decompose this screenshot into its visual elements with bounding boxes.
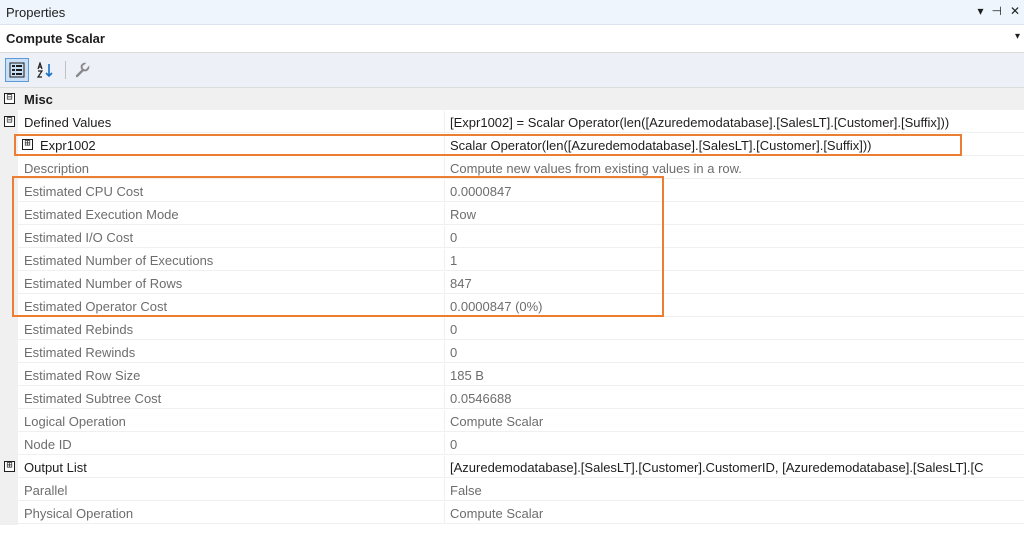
property-name: Estimated Rebinds <box>18 318 444 340</box>
property-value[interactable]: 0 <box>444 226 1024 248</box>
window-controls: ▾ ⊣ ✕ <box>977 4 1020 18</box>
collapse-icon[interactable]: ⊟ <box>4 116 15 127</box>
property-name: Estimated Execution Mode <box>18 203 444 225</box>
property-row-physical-operation[interactable]: Physical Operation Compute Scalar <box>0 502 1024 525</box>
property-value[interactable]: 0.0546688 <box>444 387 1024 409</box>
property-name: Estimated CPU Cost <box>18 180 444 202</box>
property-row-misc[interactable]: ⊟ Misc <box>0 88 1024 111</box>
property-value[interactable]: 0.0000847 (0%) <box>444 295 1024 317</box>
row-gutter <box>0 479 18 502</box>
pin-icon[interactable]: ⊣ <box>991 4 1001 18</box>
alphabetical-button[interactable] <box>33 58 57 82</box>
row-gutter <box>0 318 18 341</box>
close-icon[interactable]: ✕ <box>1010 4 1020 18</box>
property-value[interactable]: 1 <box>444 249 1024 271</box>
property-name: Estimated I/O Cost <box>18 226 444 248</box>
property-name: Expr1002 <box>18 134 444 156</box>
row-gutter <box>0 341 18 364</box>
property-row-estimated-operator-cost[interactable]: Estimated Operator Cost 0.0000847 (0%) <box>0 295 1024 318</box>
property-value[interactable]: [Azuredemodatabase].[SalesLT].[Customer]… <box>444 456 1024 478</box>
property-row-estimated-rebinds[interactable]: Estimated Rebinds 0 <box>0 318 1024 341</box>
categorized-button[interactable] <box>5 58 29 82</box>
property-row-description[interactable]: Description Compute new values from exist… <box>0 157 1024 180</box>
row-gutter <box>0 410 18 433</box>
property-value[interactable]: 0.0000847 <box>444 180 1024 202</box>
property-name: Estimated Number of Executions <box>18 249 444 271</box>
row-gutter <box>0 295 18 318</box>
property-row-estimated-subtree-cost[interactable]: Estimated Subtree Cost 0.0546688 <box>0 387 1024 410</box>
property-value[interactable]: 0 <box>444 318 1024 340</box>
property-row-node-id[interactable]: Node ID 0 <box>0 433 1024 456</box>
window-title: Properties <box>6 5 66 20</box>
property-grid: ⊟ Misc ⊟ Defined Values [Expr1002] = Scalar … <box>0 88 1024 525</box>
property-row-estimated-execution-mode[interactable]: Estimated Execution Mode Row <box>0 203 1024 226</box>
property-value[interactable]: Compute Scalar <box>444 410 1024 432</box>
categorized-icon <box>9 62 25 78</box>
property-value[interactable]: 0 <box>444 341 1024 363</box>
property-value[interactable]: 847 <box>444 272 1024 294</box>
property-name: Output List <box>18 456 444 478</box>
property-name: Defined Values <box>18 111 444 133</box>
property-pages-button[interactable] <box>70 58 94 82</box>
property-value[interactable]: Scalar Operator(len([Azuredemodatabase].… <box>444 134 1024 156</box>
category-name: Misc <box>18 88 444 110</box>
property-value[interactable]: 0 <box>444 433 1024 455</box>
property-row-estimated-i-o-cost[interactable]: Estimated I/O Cost 0 <box>0 226 1024 249</box>
row-gutter <box>0 272 18 295</box>
property-name: Logical Operation <box>18 410 444 432</box>
property-name: Estimated Rewinds <box>18 341 444 363</box>
property-value[interactable]: 185 B <box>444 364 1024 386</box>
row-gutter <box>0 226 18 249</box>
property-value[interactable]: [Expr1002] = Scalar Operator(len([Azured… <box>444 111 1024 133</box>
row-gutter <box>0 249 18 272</box>
property-row-estimated-number-of-executions[interactable]: Estimated Number of Executions 1 <box>0 249 1024 272</box>
expand-icon[interactable]: ⊞ <box>4 461 15 472</box>
row-gutter <box>0 364 18 387</box>
row-gutter <box>0 180 18 203</box>
property-row-estimated-row-size[interactable]: Estimated Row Size 185 B <box>0 364 1024 387</box>
property-value[interactable]: Row <box>444 203 1024 225</box>
property-name: Estimated Operator Cost <box>18 295 444 317</box>
property-row-estimated-cpu-cost[interactable]: Estimated CPU Cost 0.0000847 <box>0 180 1024 203</box>
property-name: Physical Operation <box>18 502 444 524</box>
object-selector[interactable]: Compute Scalar ▾ <box>0 25 1024 53</box>
row-gutter <box>0 203 18 226</box>
property-row-parallel[interactable]: Parallel False <box>0 479 1024 502</box>
property-name: Description <box>18 157 444 179</box>
row-gutter <box>0 134 18 157</box>
property-row-expr1002[interactable]: ⊞ Expr1002 Scalar Operator(len([Azuredemod… <box>0 134 1024 157</box>
alphabetical-icon <box>36 62 53 78</box>
selected-object-name: Compute Scalar <box>6 31 105 46</box>
property-row-output-list[interactable]: ⊞ Output List [Azuredemodatabase].[SalesLT… <box>0 456 1024 479</box>
property-value[interactable]: Compute Scalar <box>444 502 1024 524</box>
property-name: Estimated Number of Rows <box>18 272 444 294</box>
property-row-defined-values[interactable]: ⊟ Defined Values [Expr1002] = Scalar Opera… <box>0 111 1024 134</box>
property-row-logical-operation[interactable]: Logical Operation Compute Scalar <box>0 410 1024 433</box>
property-name: Node ID <box>18 433 444 455</box>
property-value[interactable]: False <box>444 479 1024 501</box>
property-row-estimated-rewinds[interactable]: Estimated Rewinds 0 <box>0 341 1024 364</box>
property-name: Estimated Row Size <box>18 364 444 386</box>
window-dropdown-icon[interactable]: ▾ <box>977 4 983 18</box>
wrench-icon <box>75 62 90 78</box>
properties-title-bar: Properties ▾ ⊣ ✕ <box>0 0 1024 25</box>
toolbar-separator <box>65 61 66 79</box>
collapse-icon[interactable]: ⊟ <box>4 93 15 104</box>
row-gutter <box>0 387 18 410</box>
property-value[interactable]: Compute new values from existing values … <box>444 157 1024 179</box>
row-gutter <box>0 157 18 180</box>
property-name: Parallel <box>18 479 444 501</box>
properties-toolbar <box>0 53 1024 88</box>
row-gutter <box>0 433 18 456</box>
category-value <box>444 88 1024 110</box>
property-row-estimated-number-of-rows[interactable]: Estimated Number of Rows 847 <box>0 272 1024 295</box>
property-name: Estimated Subtree Cost <box>18 387 444 409</box>
chevron-down-icon[interactable]: ▾ <box>1015 31 1020 42</box>
row-gutter <box>0 502 18 525</box>
